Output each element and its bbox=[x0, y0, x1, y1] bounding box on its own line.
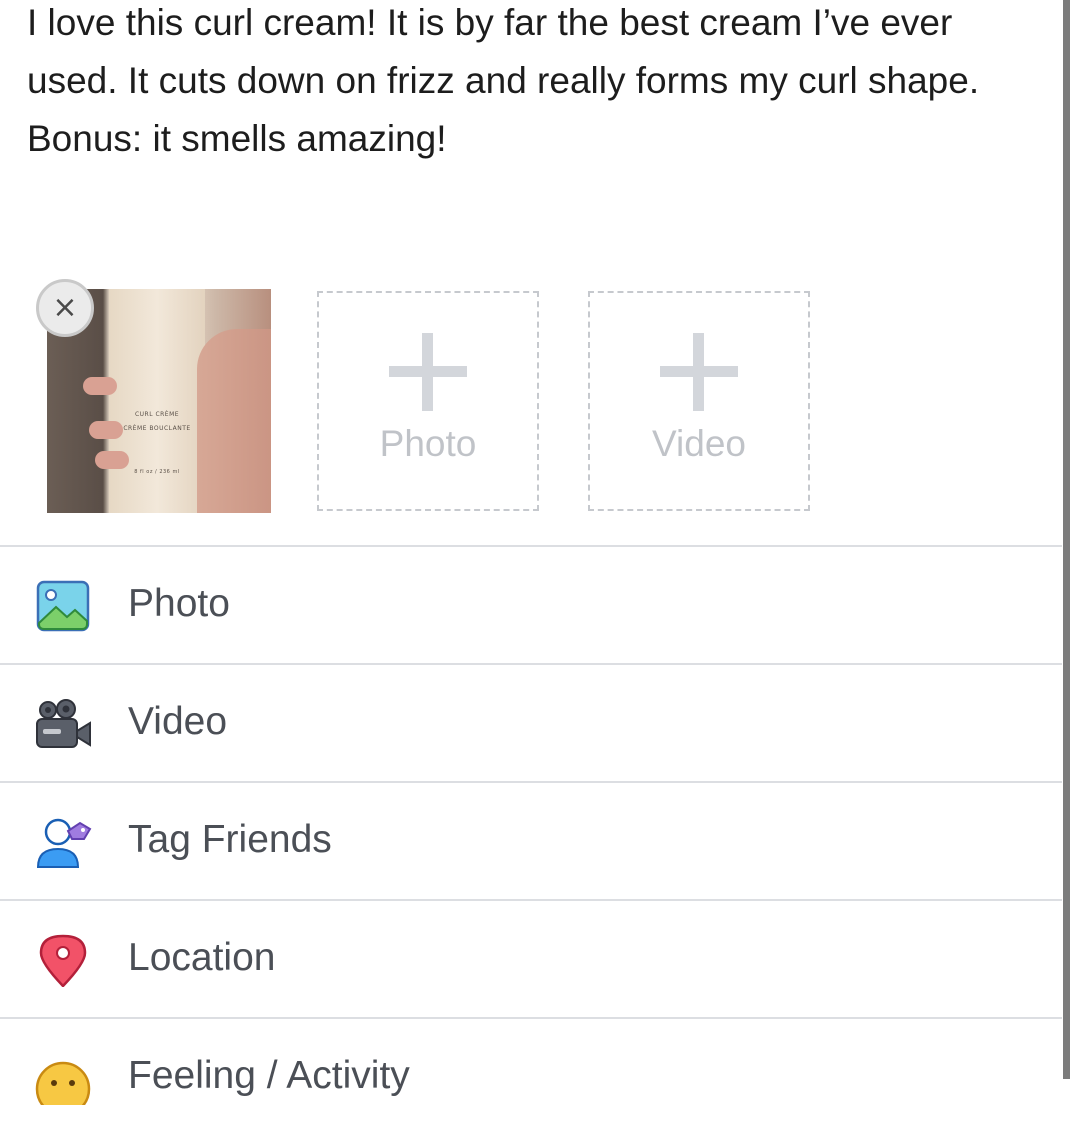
menu-item-label: Photo bbox=[128, 582, 230, 625]
menu-item-feeling-activity[interactable]: Feeling / Activity bbox=[0, 1017, 1062, 1135]
post-text-input[interactable]: I love this curl cream! It is by far the… bbox=[27, 0, 1037, 168]
plus-icon bbox=[389, 333, 467, 411]
location-pin-icon bbox=[39, 934, 87, 987]
add-video-label: Video bbox=[652, 423, 746, 464]
add-photo-slot[interactable]: Photo bbox=[317, 291, 539, 511]
menu-item-tag-friends[interactable]: Tag Friends bbox=[0, 781, 1062, 899]
add-video-slot[interactable]: Video bbox=[588, 291, 810, 511]
product-tube bbox=[109, 289, 205, 513]
composer-options-list: Photo Video Tag Friends Location Feeling… bbox=[0, 545, 1062, 1135]
add-photo-label: Photo bbox=[379, 423, 477, 464]
close-icon: × bbox=[52, 290, 78, 325]
menu-item-photo[interactable]: Photo bbox=[0, 545, 1062, 663]
tube-text-line: 8 fl oz / 236 ml bbox=[134, 469, 180, 475]
menu-item-location[interactable]: Location bbox=[0, 899, 1062, 1017]
menu-item-label: Feeling / Activity bbox=[128, 1054, 410, 1097]
tag-friends-icon bbox=[36, 818, 92, 868]
tube-text-line: CURL CRÈME bbox=[134, 411, 180, 418]
plus-icon bbox=[660, 333, 738, 411]
hand bbox=[197, 329, 271, 513]
finger bbox=[95, 451, 129, 469]
photo-icon bbox=[36, 580, 90, 632]
menu-item-label: Tag Friends bbox=[128, 818, 332, 861]
menu-item-label: Video bbox=[128, 700, 228, 743]
scrollbar[interactable] bbox=[1063, 0, 1070, 1079]
menu-item-video[interactable]: Video bbox=[0, 663, 1062, 781]
finger bbox=[83, 377, 117, 395]
feeling-emoji-icon bbox=[35, 1061, 91, 1105]
tube-text-line: CRÈME BOUCLANTE bbox=[123, 425, 191, 432]
remove-photo-button[interactable]: × bbox=[36, 279, 94, 337]
video-camera-icon bbox=[36, 699, 91, 748]
menu-item-label: Location bbox=[128, 936, 276, 979]
finger bbox=[89, 421, 123, 439]
